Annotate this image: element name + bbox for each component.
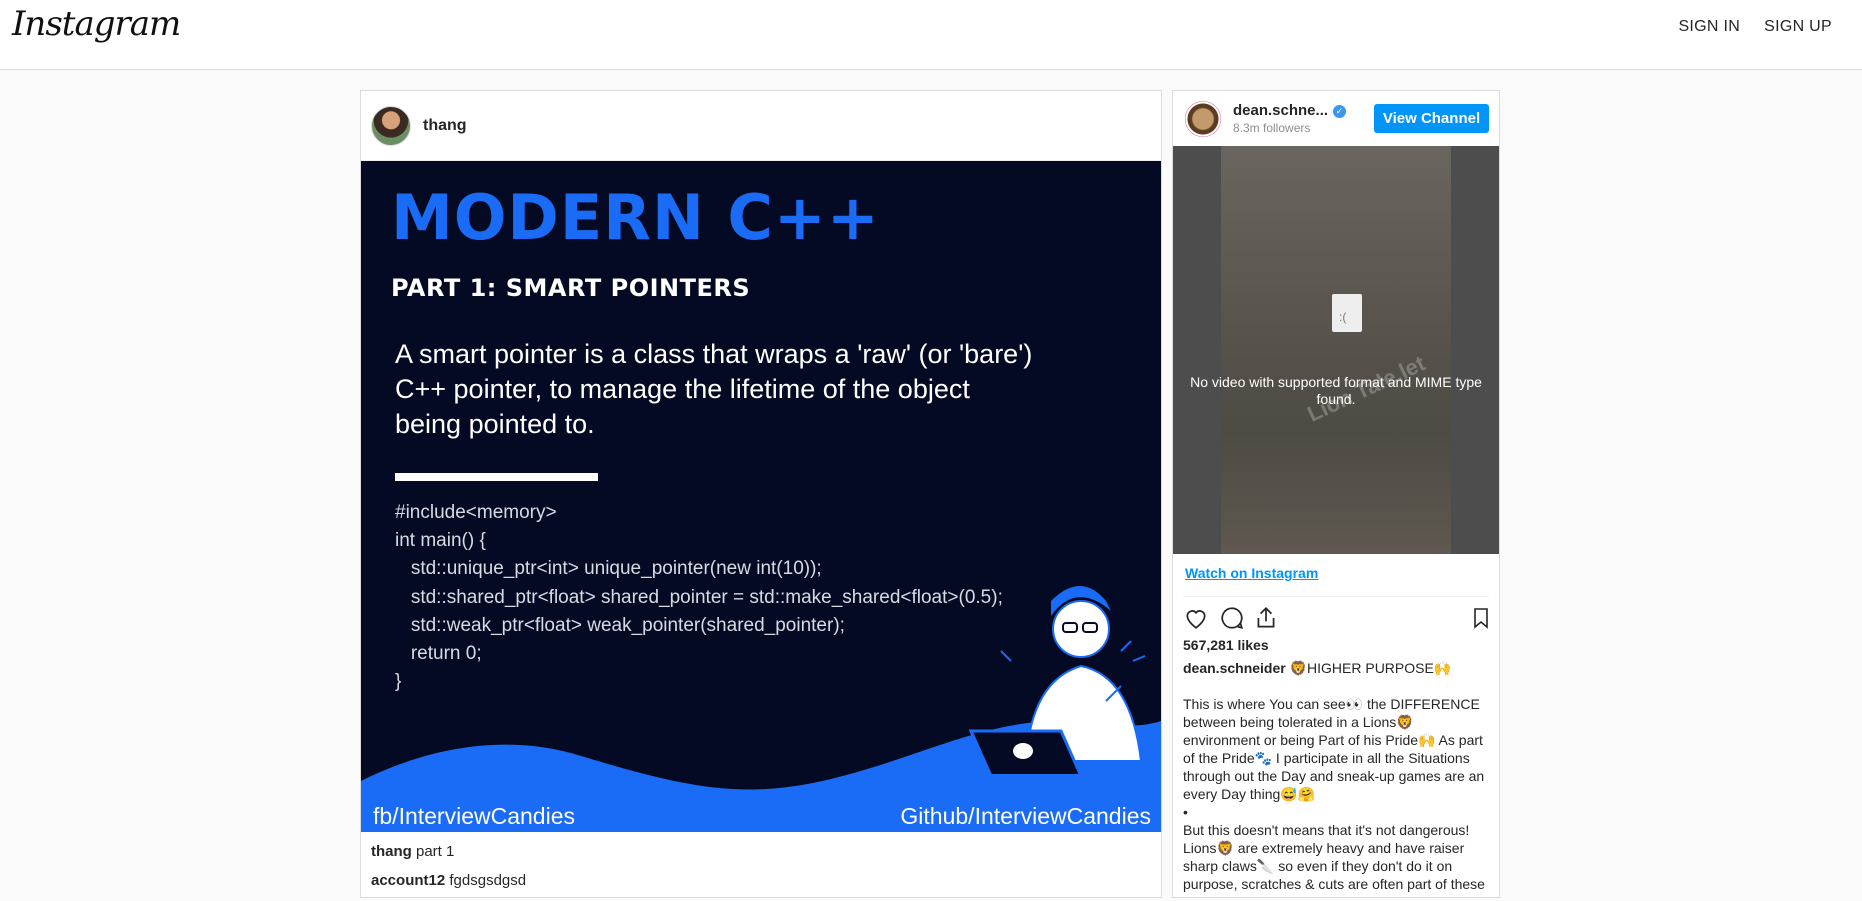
- caption-paragraph: But this doesn't means that it's not dan…: [1183, 822, 1485, 892]
- caption-bullet: •: [1183, 804, 1188, 820]
- embed-header: dean.schne... ✓ 8.3m followers View Chan…: [1173, 91, 1499, 146]
- comment: thang part 1: [371, 843, 526, 872]
- image-footer-github: Github/InterviewCandies: [900, 803, 1151, 829]
- post-caption: dean.schneider 🦁HIGHER PURPOSE🙌 This is …: [1183, 659, 1493, 893]
- watch-on-instagram-link[interactable]: Watch on Instagram: [1185, 565, 1318, 581]
- image-footer-facebook: fb/InterviewCandies: [373, 803, 575, 829]
- sad-face-icon: :(: [1339, 310, 1347, 324]
- like-count[interactable]: 567,281 likes: [1183, 637, 1269, 653]
- post-username[interactable]: thang: [423, 117, 467, 135]
- action-bar: [1181, 605, 1493, 635]
- comment-text: fgdsgsdgsd: [449, 872, 527, 889]
- caption-lead: 🦁HIGHER PURPOSE🙌: [1289, 660, 1452, 676]
- top-bar: Instagram SIGN IN SIGN UP: [0, 0, 1862, 70]
- comment-user[interactable]: thang: [371, 843, 412, 860]
- heart-icon[interactable]: [1183, 605, 1209, 631]
- auth-nav: SIGN IN SIGN UP: [1678, 18, 1832, 36]
- sign-in-link[interactable]: SIGN IN: [1678, 18, 1740, 36]
- post-header: thang: [361, 91, 1161, 161]
- code-snippet: #include<memory> int main() { std::uniqu…: [395, 502, 1003, 693]
- image-subtitle: PART 1: SMART POINTERS: [391, 274, 751, 302]
- avatar[interactable]: [1185, 101, 1221, 137]
- comment: account12 fgdsgsdgsd: [371, 872, 526, 901]
- wave-decoration: [361, 586, 1161, 832]
- share-icon[interactable]: [1253, 605, 1279, 631]
- video-player[interactable]: Lion Tale.let :( No video with supported…: [1173, 146, 1499, 554]
- caption-username[interactable]: dean.schneider: [1183, 660, 1286, 676]
- image-description: A smart pointer is a class that wraps a …: [395, 339, 1033, 439]
- view-channel-button[interactable]: View Channel: [1374, 104, 1489, 133]
- embed-username[interactable]: dean.schne...: [1233, 102, 1328, 119]
- caption-paragraph: This is where You can see👀 the DIFFERENC…: [1183, 696, 1485, 802]
- comment-text: part 1: [416, 843, 455, 860]
- image-title: MODERN C++: [391, 181, 880, 254]
- video-error-message: No video with supported format and MIME …: [1190, 374, 1482, 407]
- instagram-embed: dean.schne... ✓ 8.3m followers View Chan…: [1172, 90, 1500, 898]
- verified-icon: ✓: [1333, 105, 1346, 118]
- instagram-logo[interactable]: Instagram: [12, 4, 181, 44]
- post-card: thang MODERN C++ PART 1: SMART POINTERS …: [360, 90, 1162, 898]
- comment-user[interactable]: account12: [371, 872, 445, 889]
- post-image: MODERN C++ PART 1: SMART POINTERS A smar…: [361, 161, 1161, 832]
- follower-count: 8.3m followers: [1233, 121, 1311, 135]
- divider: [1183, 596, 1489, 597]
- comment-list: thang part 1 account12 fgdsgsdgsd: [371, 843, 526, 901]
- sign-up-link[interactable]: SIGN UP: [1764, 18, 1832, 36]
- divider-bar: [395, 473, 598, 481]
- avatar[interactable]: [371, 105, 411, 146]
- comment-icon[interactable]: [1219, 605, 1245, 631]
- bookmark-icon[interactable]: [1469, 605, 1493, 631]
- broken-file-icon: [1332, 294, 1362, 332]
